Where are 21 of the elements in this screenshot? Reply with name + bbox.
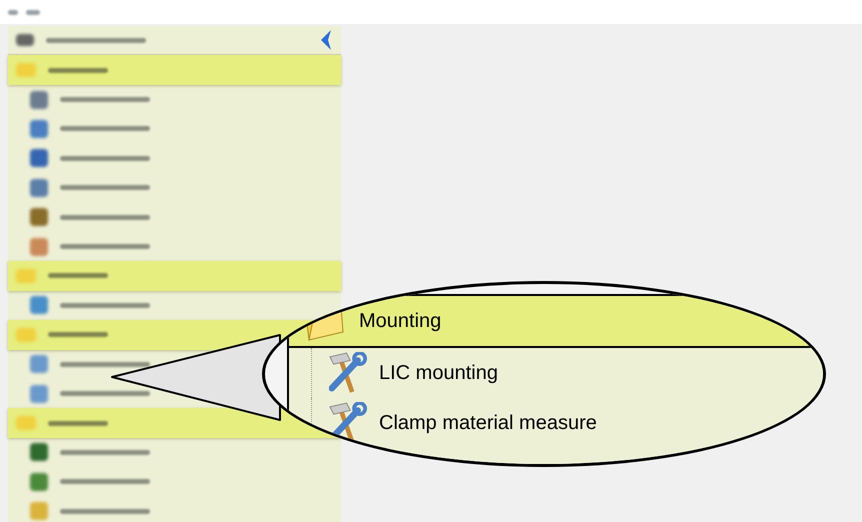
group-label[interactable]: Mounting <box>359 306 442 336</box>
folder-icon <box>16 328 36 342</box>
folder-icon <box>16 63 36 78</box>
item-icon <box>30 384 48 403</box>
collapse-chevron-icon[interactable] <box>319 29 333 52</box>
item-icon <box>30 355 48 374</box>
item-icon <box>30 296 48 314</box>
menu-item-label[interactable]: LIC mounting <box>379 358 498 388</box>
item-icon <box>30 238 48 256</box>
menu-item-label[interactable]: Clamp material measure <box>379 408 597 438</box>
item-icon <box>30 178 48 197</box>
item-icon <box>30 443 48 462</box>
item-icon <box>30 502 48 520</box>
item-icon <box>30 90 48 109</box>
item-icon <box>30 208 48 226</box>
hammer-wrench-icon <box>329 352 367 394</box>
folder-icon <box>16 416 36 430</box>
item-icon <box>30 149 48 168</box>
item-icon <box>30 120 48 138</box>
item-icon <box>30 472 48 491</box>
folder-icon <box>16 268 36 283</box>
